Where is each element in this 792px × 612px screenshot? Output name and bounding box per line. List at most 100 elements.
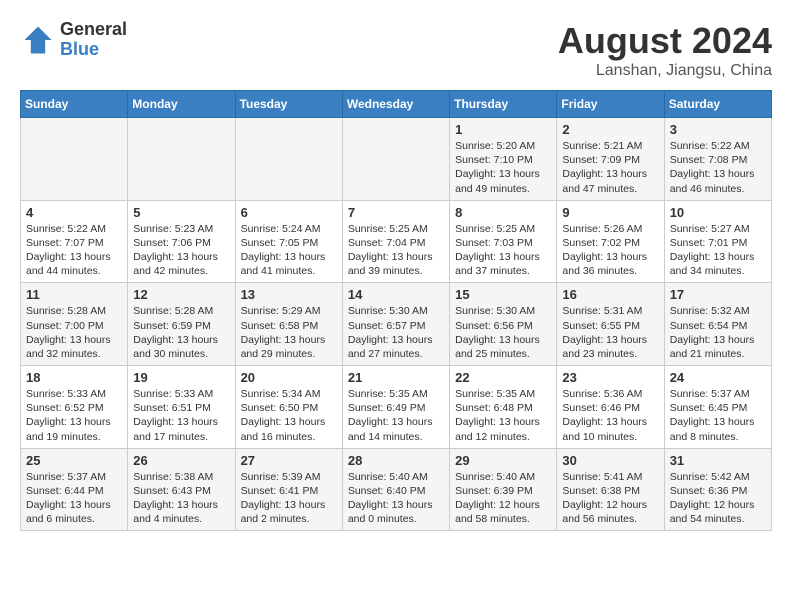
calendar-cell: 18Sunrise: 5:33 AMSunset: 6:52 PMDayligh… — [21, 366, 128, 449]
day-info: Sunrise: 5:35 AMSunset: 6:49 PMDaylight:… — [348, 387, 444, 444]
day-number: 17 — [670, 287, 766, 302]
day-number: 19 — [133, 370, 229, 385]
day-number: 14 — [348, 287, 444, 302]
calendar-cell: 24 Sunrise: 5:37 AMSunset: 6:45 PMDayligh… — [664, 366, 771, 449]
calendar-cell — [21, 118, 128, 201]
day-number: 29 — [455, 453, 551, 468]
day-number: 20 — [241, 370, 337, 385]
day-info: Sunrise: 5:41 AMSunset: 6:38 PMDaylight:… — [562, 470, 658, 527]
day-info: Sunrise: 5:28 AMSunset: 7:00 PMDaylight:… — [26, 304, 122, 361]
day-number: 18 — [26, 370, 122, 385]
calendar-cell: 1 Sunrise: 5:20 AMSunset: 7:10 PMDaylight… — [450, 118, 557, 201]
day-header-thursday: Thursday — [450, 91, 557, 118]
day-info: Sunrise: 5:25 AMSunset: 7:03 PMDaylight:… — [455, 222, 551, 279]
calendar-cell: 29 Sunrise: 5:40 AMSunset: 6:39 PMDayligh… — [450, 448, 557, 531]
calendar-cell: 15 Sunrise: 5:30 AMSunset: 6:56 PMDayligh… — [450, 283, 557, 366]
calendar-cell: 2Sunrise: 5:21 AMSunset: 7:09 PMDaylight… — [557, 118, 664, 201]
calendar-cell: 21 Sunrise: 5:35 AMSunset: 6:49 PMDayligh… — [342, 366, 449, 449]
day-info: Sunrise: 5:40 AMSunset: 6:39 PMDaylight:… — [455, 470, 551, 527]
day-info: Sunrise: 5:36 AMSunset: 6:46 PMDaylight:… — [562, 387, 658, 444]
day-info: Sunrise: 5:29 AMSunset: 6:58 PMDaylight:… — [241, 304, 337, 361]
calendar-cell — [235, 118, 342, 201]
day-info: Sunrise: 5:21 AMSunset: 7:09 PMDaylight:… — [562, 139, 658, 196]
calendar-cell: 19 Sunrise: 5:33 AMSunset: 6:51 PMDayligh… — [128, 366, 235, 449]
day-info: Sunrise: 5:24 AMSunset: 7:05 PMDaylight:… — [241, 222, 337, 279]
day-number: 26 — [133, 453, 229, 468]
calendar-cell: 31 Sunrise: 5:42 AMSunset: 6:36 PMDayligh… — [664, 448, 771, 531]
day-number: 12 — [133, 287, 229, 302]
day-header-sunday: Sunday — [21, 91, 128, 118]
day-info: Sunrise: 5:30 AMSunset: 6:57 PMDaylight:… — [348, 304, 444, 361]
calendar-cell: 9 Sunrise: 5:26 AMSunset: 7:02 PMDaylight… — [557, 200, 664, 283]
day-header-tuesday: Tuesday — [235, 91, 342, 118]
day-number: 8 — [455, 205, 551, 220]
day-header-monday: Monday — [128, 91, 235, 118]
calendar-week-row: 25 Sunrise: 5:37 AMSunset: 6:44 PMDayligh… — [21, 448, 772, 531]
day-number: 13 — [241, 287, 337, 302]
day-info: Sunrise: 5:35 AMSunset: 6:48 PMDaylight:… — [455, 387, 551, 444]
calendar-body: 1 Sunrise: 5:20 AMSunset: 7:10 PMDaylight… — [21, 118, 772, 531]
logo-blue: Blue — [60, 40, 127, 60]
title-block: August 2024 Lanshan, Jiangsu, China — [558, 20, 772, 80]
day-info: Sunrise: 5:39 AMSunset: 6:41 PMDaylight:… — [241, 470, 337, 527]
calendar-cell: 8 Sunrise: 5:25 AMSunset: 7:03 PMDaylight… — [450, 200, 557, 283]
day-info: Sunrise: 5:31 AMSunset: 6:55 PMDaylight:… — [562, 304, 658, 361]
calendar-cell: 23 Sunrise: 5:36 AMSunset: 6:46 PMDayligh… — [557, 366, 664, 449]
day-info: Sunrise: 5:22 AMSunset: 7:07 PMDaylight:… — [26, 222, 122, 279]
day-header-saturday: Saturday — [664, 91, 771, 118]
day-number: 27 — [241, 453, 337, 468]
calendar-table: SundayMondayTuesdayWednesdayThursdayFrid… — [20, 90, 772, 531]
calendar-cell: 14 Sunrise: 5:30 AMSunset: 6:57 PMDayligh… — [342, 283, 449, 366]
calendar-cell — [342, 118, 449, 201]
page-title: August 2024 — [558, 20, 772, 62]
day-number: 16 — [562, 287, 658, 302]
day-number: 28 — [348, 453, 444, 468]
day-number: 5 — [133, 205, 229, 220]
calendar-week-row: 18Sunrise: 5:33 AMSunset: 6:52 PMDayligh… — [21, 366, 772, 449]
day-number: 1 — [455, 122, 551, 137]
day-number: 4 — [26, 205, 122, 220]
day-number: 22 — [455, 370, 551, 385]
day-info: Sunrise: 5:27 AMSunset: 7:01 PMDaylight:… — [670, 222, 766, 279]
day-number: 11 — [26, 287, 122, 302]
day-header-wednesday: Wednesday — [342, 91, 449, 118]
day-info: Sunrise: 5:33 AMSunset: 6:51 PMDaylight:… — [133, 387, 229, 444]
day-info: Sunrise: 5:28 AMSunset: 6:59 PMDaylight:… — [133, 304, 229, 361]
calendar-cell: 4 Sunrise: 5:22 AMSunset: 7:07 PMDaylight… — [21, 200, 128, 283]
calendar-cell: 3 Sunrise: 5:22 AMSunset: 7:08 PMDaylight… — [664, 118, 771, 201]
day-number: 24 — [670, 370, 766, 385]
day-info: Sunrise: 5:40 AMSunset: 6:40 PMDaylight:… — [348, 470, 444, 527]
day-info: Sunrise: 5:26 AMSunset: 7:02 PMDaylight:… — [562, 222, 658, 279]
calendar-cell: 10Sunrise: 5:27 AMSunset: 7:01 PMDayligh… — [664, 200, 771, 283]
day-number: 23 — [562, 370, 658, 385]
day-number: 31 — [670, 453, 766, 468]
day-info: Sunrise: 5:25 AMSunset: 7:04 PMDaylight:… — [348, 222, 444, 279]
calendar-cell: 11 Sunrise: 5:28 AMSunset: 7:00 PMDayligh… — [21, 283, 128, 366]
calendar-cell: 13 Sunrise: 5:29 AMSunset: 6:58 PMDayligh… — [235, 283, 342, 366]
day-info: Sunrise: 5:37 AMSunset: 6:44 PMDaylight:… — [26, 470, 122, 527]
day-info: Sunrise: 5:34 AMSunset: 6:50 PMDaylight:… — [241, 387, 337, 444]
day-header-friday: Friday — [557, 91, 664, 118]
day-info: Sunrise: 5:23 AMSunset: 7:06 PMDaylight:… — [133, 222, 229, 279]
calendar-cell: 25 Sunrise: 5:37 AMSunset: 6:44 PMDayligh… — [21, 448, 128, 531]
day-number: 25 — [26, 453, 122, 468]
page-header: General Blue August 2024 Lanshan, Jiangs… — [20, 20, 772, 80]
day-number: 3 — [670, 122, 766, 137]
day-number: 21 — [348, 370, 444, 385]
calendar-cell: 17Sunrise: 5:32 AMSunset: 6:54 PMDayligh… — [664, 283, 771, 366]
calendar-cell: 7Sunrise: 5:25 AMSunset: 7:04 PMDaylight… — [342, 200, 449, 283]
day-info: Sunrise: 5:37 AMSunset: 6:45 PMDaylight:… — [670, 387, 766, 444]
calendar-cell: 16 Sunrise: 5:31 AMSunset: 6:55 PMDayligh… — [557, 283, 664, 366]
logo: General Blue — [20, 20, 127, 60]
day-number: 15 — [455, 287, 551, 302]
calendar-header-row: SundayMondayTuesdayWednesdayThursdayFrid… — [21, 91, 772, 118]
calendar-cell: 12 Sunrise: 5:28 AMSunset: 6:59 PMDayligh… — [128, 283, 235, 366]
day-info: Sunrise: 5:20 AMSunset: 7:10 PMDaylight:… — [455, 139, 551, 196]
day-info: Sunrise: 5:30 AMSunset: 6:56 PMDaylight:… — [455, 304, 551, 361]
calendar-cell: 22 Sunrise: 5:35 AMSunset: 6:48 PMDayligh… — [450, 366, 557, 449]
day-number: 9 — [562, 205, 658, 220]
day-info: Sunrise: 5:42 AMSunset: 6:36 PMDaylight:… — [670, 470, 766, 527]
day-info: Sunrise: 5:22 AMSunset: 7:08 PMDaylight:… — [670, 139, 766, 196]
logo-general: General — [60, 20, 127, 40]
calendar-cell — [128, 118, 235, 201]
